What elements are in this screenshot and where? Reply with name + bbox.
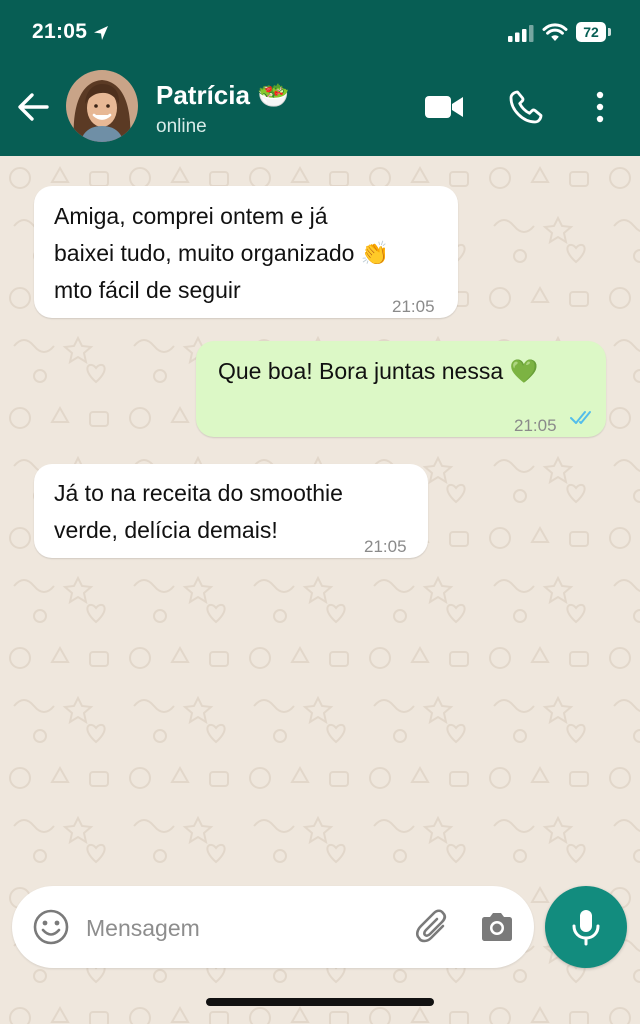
message-text: Que boa! Bora juntas nessa 💚 — [218, 358, 539, 384]
status-bar: 21:05 72 — [0, 0, 640, 64]
arrow-left-icon[interactable] — [16, 90, 50, 124]
message-text: Já to na receita do smoothie verde, delí… — [54, 480, 343, 543]
battery-level: 72 — [576, 22, 606, 42]
read-receipt-icon — [570, 411, 591, 424]
more-vertical-icon[interactable] — [588, 90, 612, 124]
battery-indicator: 72 — [576, 22, 612, 42]
paperclip-icon[interactable] — [414, 908, 452, 946]
message-bubble[interactable]: Amiga, comprei ontem e já baixei tudo, m… — [34, 186, 458, 318]
phone-icon[interactable] — [508, 89, 544, 125]
battery-tip — [608, 28, 611, 36]
message-bubble[interactable]: Já to na receita do smoothie verde, delí… — [34, 464, 428, 558]
avatar[interactable] — [66, 70, 138, 142]
voice-message-button[interactable] — [545, 886, 627, 968]
message-input[interactable] — [84, 906, 388, 950]
smiley-icon[interactable] — [32, 908, 70, 946]
location-arrow-icon — [94, 26, 108, 40]
chat-header: 21:05 72 Patrícia 🥗 online — [0, 0, 640, 156]
microphone-icon — [572, 910, 600, 946]
contact-status: online — [156, 116, 207, 137]
message-time: 21:05 — [392, 297, 435, 316]
wifi-icon — [542, 23, 568, 41]
contact-name[interactable]: Patrícia 🥗 — [156, 80, 290, 111]
avatar-image — [66, 70, 138, 142]
message-time: 21:05 — [514, 416, 557, 435]
message-time: 21:05 — [364, 537, 407, 556]
camera-icon[interactable] — [478, 908, 516, 946]
cell-signal-icon — [508, 25, 534, 42]
home-indicator[interactable] — [206, 998, 434, 1006]
message-bubble[interactable]: Que boa! Bora juntas nessa 💚 21:05 — [196, 341, 606, 437]
message-composer — [12, 886, 534, 968]
status-time: 21:05 — [32, 20, 88, 43]
message-text: Amiga, comprei ontem e já baixei tudo, m… — [54, 203, 390, 303]
video-camera-icon[interactable] — [424, 93, 464, 121]
